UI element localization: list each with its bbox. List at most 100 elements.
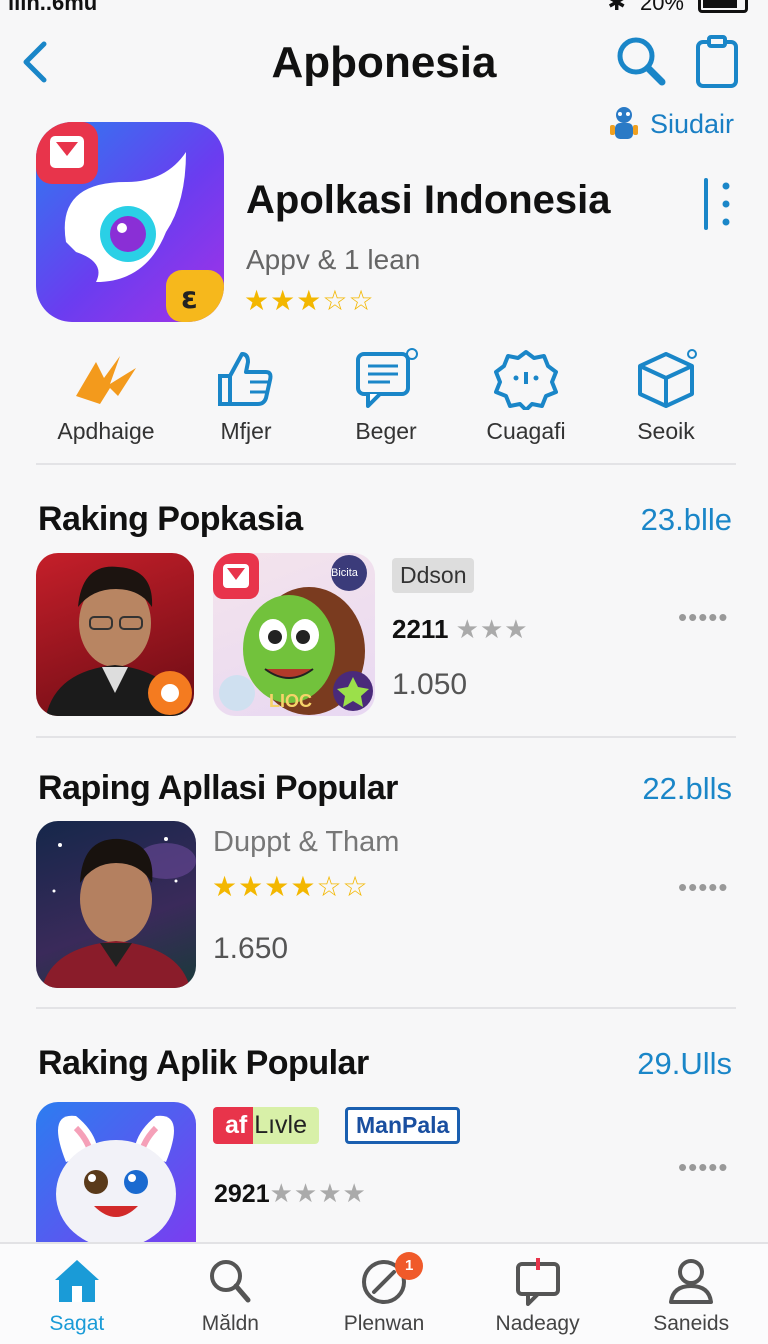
tab-label: Saneids	[653, 1312, 730, 1335]
thumbnail-caption: LIOC	[269, 691, 312, 711]
divider	[36, 1007, 736, 1009]
mascot-icon	[610, 107, 638, 139]
svg-text:ε: ε	[181, 281, 198, 316]
action-label: Beger	[355, 418, 417, 444]
tab-profile[interactable]: Saneids	[614, 1244, 768, 1344]
category-tag[interactable]: af Lıvle	[213, 1107, 319, 1144]
rating-stars: ★★★	[455, 614, 529, 644]
app-thumbnail-portrait-2[interactable]	[36, 821, 196, 988]
tab-label: Plenwan	[343, 1312, 425, 1335]
rating-stars: ★★★★☆☆	[212, 870, 369, 903]
section-title: Raping Apllasi Popular	[38, 769, 398, 807]
bluetooth-icon: ✱	[607, 0, 626, 14]
action-label: Cuagafi	[486, 418, 566, 444]
action-beger[interactable]: Beger	[316, 348, 456, 448]
app-title: Apolkasi Indonesia	[246, 178, 611, 222]
section-count[interactable]: 22.blls	[642, 771, 732, 807]
divider	[36, 463, 736, 465]
tab-explore[interactable]: 1 Plenwan	[307, 1244, 461, 1344]
star-filled: ★	[290, 871, 317, 902]
divider	[36, 736, 736, 738]
thumbnail-badge: Bicita	[331, 567, 358, 579]
search-button[interactable]	[614, 34, 670, 90]
portrait-image	[42, 837, 196, 988]
header: Apþonesia	[0, 26, 768, 96]
more-dots-button[interactable]: •••••	[678, 872, 729, 903]
app-icon[interactable]: ε	[36, 122, 224, 322]
message-icon	[515, 1258, 560, 1306]
star-filled: ★	[270, 285, 297, 316]
section-title: Raking Popkasia	[38, 500, 303, 538]
notification-badge: 1	[395, 1252, 424, 1280]
star-filled: ★	[264, 871, 291, 902]
star-empty: ☆	[342, 871, 369, 902]
more-options-button[interactable]	[700, 176, 740, 232]
clipboard-button[interactable]	[692, 34, 742, 90]
brand-tag[interactable]: ManPala	[345, 1107, 461, 1144]
vertical-dots-icon	[704, 178, 730, 230]
star-filled: ★	[244, 285, 271, 316]
search-icon	[617, 37, 666, 86]
app-thumbnail-portrait[interactable]	[36, 553, 194, 716]
tab-label: Nadeagy	[495, 1312, 580, 1335]
status-bar: lıın..6mu ✱ 20%	[0, 0, 768, 14]
home-icon	[54, 1260, 99, 1302]
tag-label: Lıvle	[254, 1111, 307, 1139]
star-filled: ★	[238, 871, 265, 902]
action-label: Seoik	[637, 418, 695, 444]
badge-icon	[494, 350, 558, 410]
section-count[interactable]: 23.blle	[641, 502, 732, 538]
action-seoik[interactable]: Seoik	[596, 348, 736, 448]
tab-label: Sagat	[49, 1312, 105, 1335]
rating-stars: ★★★★	[269, 1178, 367, 1208]
search-icon	[210, 1260, 251, 1303]
app-subtitle: Appv & 1 lean	[246, 244, 421, 275]
tab-search[interactable]: Măldn	[154, 1244, 308, 1344]
star-empty: ☆	[316, 871, 343, 902]
app-subtitle: Duppt & Tham	[213, 826, 400, 858]
action-label: Apdhaige	[57, 418, 155, 444]
tab-home[interactable]: Sagat	[0, 1244, 154, 1344]
tab-bar: Sagat Măldn 1 Plenwan Nadeagy Saneids	[0, 1242, 768, 1344]
bird-logo-icon: ε	[36, 122, 224, 322]
action-apdhaige[interactable]: Apdhaige	[36, 348, 176, 448]
download-count: 1.050	[392, 668, 468, 701]
bunny-character-image	[56, 1115, 176, 1242]
rating-count: 2921	[214, 1180, 270, 1208]
more-dots-button[interactable]: •••••	[678, 602, 729, 633]
star-filled: ★	[212, 871, 239, 902]
clipboard-icon	[696, 35, 738, 88]
tab-messages[interactable]: Nadeagy	[461, 1244, 615, 1344]
rating-count: 2211	[392, 614, 449, 644]
app-rating-stars: ★★★☆☆	[244, 284, 375, 317]
tag-prefix: af	[225, 1111, 248, 1139]
rating-summary: 2211 ★★★	[392, 614, 529, 645]
tab-label: Măldn	[201, 1312, 259, 1335]
more-dots-button[interactable]: •••••	[678, 1152, 729, 1183]
studio-link[interactable]: Siudair	[608, 104, 734, 144]
app-thumbnail-bunny[interactable]	[36, 1102, 196, 1242]
star-empty: ☆	[322, 285, 349, 316]
thumbs-up-icon	[218, 352, 273, 406]
action-mfjer[interactable]: Mfjer	[176, 348, 316, 448]
download-count: 1.650	[213, 932, 289, 965]
studio-label: Siudair	[650, 108, 735, 139]
battery-icon	[698, 0, 748, 13]
box-icon	[638, 349, 697, 408]
carrier-signal: lıın..6mu	[8, 0, 98, 14]
app-thumbnail-frog[interactable]: LIOC Bicita	[213, 553, 375, 716]
star-filled: ★	[296, 285, 323, 316]
profile-icon	[669, 1259, 714, 1304]
status-right: ✱ 20%	[608, 0, 748, 14]
rating-summary: 2921★★★★	[214, 1178, 367, 1209]
battery-percent: 20%	[639, 0, 684, 14]
lightning-icon	[76, 356, 136, 404]
action-label: Mfjer	[220, 418, 272, 444]
category-tag[interactable]: Ddson	[392, 558, 475, 593]
section-count[interactable]: 29.Ulls	[637, 1046, 732, 1082]
portrait-image	[46, 566, 192, 716]
quick-actions: Apdhaige Mfjer Beger Cuagafi Seoik	[36, 348, 736, 448]
star-empty: ☆	[348, 285, 375, 316]
section-title: Raking Aplik Popular	[38, 1044, 369, 1082]
action-cuagafi[interactable]: Cuagafi	[456, 348, 596, 448]
